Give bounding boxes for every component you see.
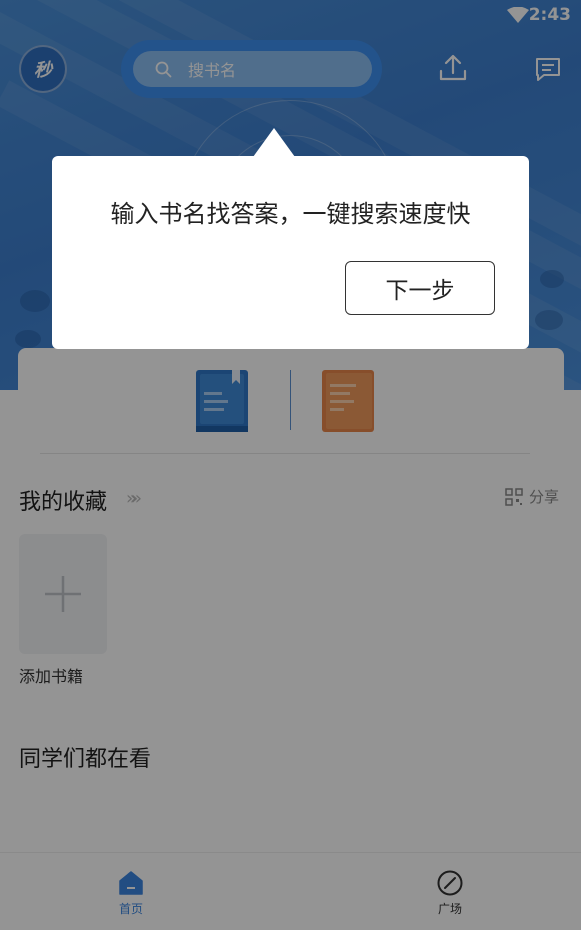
tutorial-tooltip: 输入书名找答案，一键搜索速度快 下一步 [52, 156, 529, 349]
tooltip-arrow [253, 128, 295, 157]
app-screen: 2:43 秒 搜书名 我的收藏 »» 分享 添加书籍 同学们都在看 首页 广场 … [0, 0, 581, 930]
tooltip-text: 输入书名找答案，一键搜索速度快 [110, 200, 471, 228]
next-step-button[interactable]: 下一步 [345, 261, 495, 315]
